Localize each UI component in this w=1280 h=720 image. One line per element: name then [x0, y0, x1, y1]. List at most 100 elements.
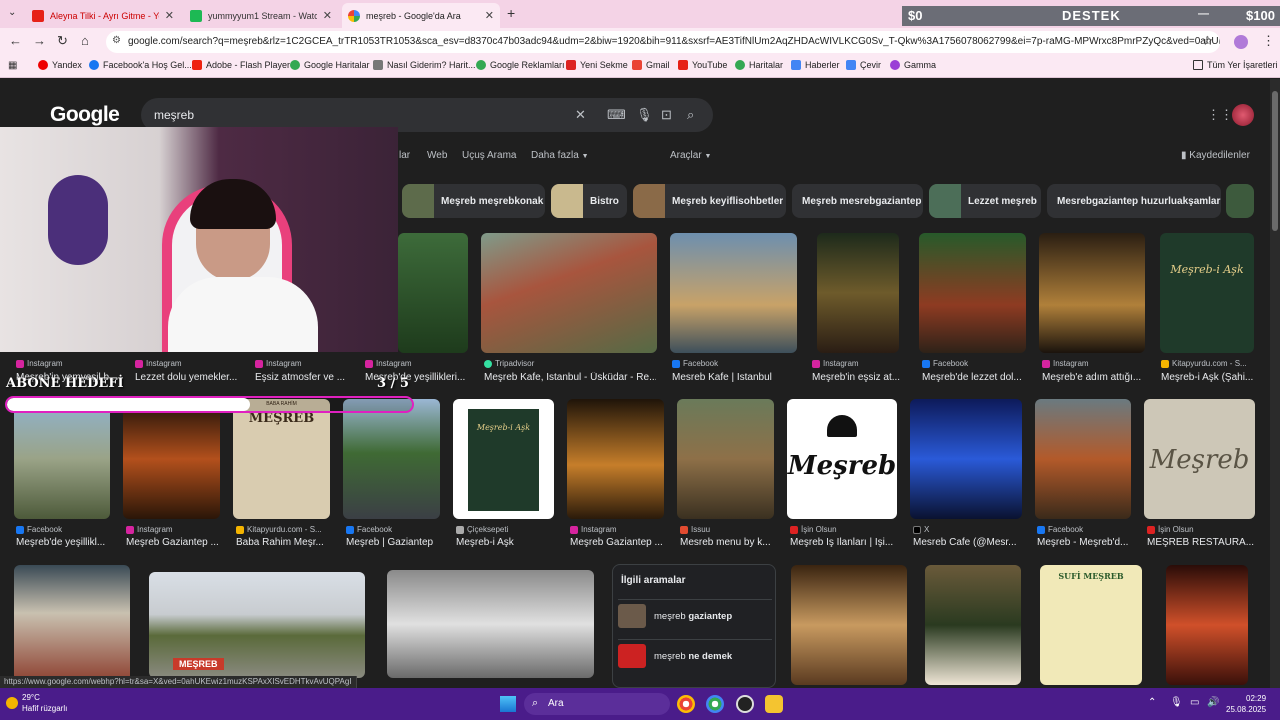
result-title[interactable]: Meşreb Kafe, İstanbul - Üsküdar - Re... [484, 372, 656, 383]
result-title[interactable]: Meşreb | Gaziantep [346, 537, 441, 548]
extension-icon[interactable] [1234, 35, 1248, 49]
reload-icon[interactable]: ↻ [57, 33, 68, 49]
scrollbar-thumb[interactable] [1272, 91, 1278, 231]
chip-mesrebkonak[interactable]: Meşreb meşrebkonak [402, 184, 545, 218]
minimize-icon[interactable]: — [1198, 8, 1209, 20]
image-result[interactable] [387, 570, 594, 678]
result-title[interactable]: Mesreb Cafe (@Mesr... [913, 537, 1023, 548]
bookmark-cevir[interactable]: Çevir [846, 60, 881, 70]
result-title[interactable]: Meşreb'e adım attığı... [1042, 372, 1146, 383]
bookmark-haberler[interactable]: Haberler [791, 60, 840, 70]
search-input[interactable]: meşreb [154, 108, 194, 122]
system-clock[interactable]: 02:29 25.08.2025 [1226, 693, 1266, 715]
bookmark-google-maps[interactable]: Google Haritalar [290, 60, 370, 70]
related-item[interactable]: meşreb ne demek [618, 639, 772, 669]
menu-icon[interactable]: ⋮ [1262, 33, 1275, 49]
result-title[interactable]: Meşreb'de yeşillikl... [16, 537, 111, 548]
image-result[interactable]: Meşreb [787, 399, 897, 519]
image-result[interactable] [1166, 565, 1248, 685]
saved-button[interactable]: ▮ Kaydedilenler [1181, 150, 1250, 161]
image-result[interactable]: SUFİ MEŞREB [1040, 565, 1142, 685]
image-result[interactable] [817, 233, 899, 353]
bookmark-new-tab[interactable]: Yeni Sekme [566, 60, 628, 70]
keyboard-icon[interactable]: ⌨ [607, 107, 626, 123]
bookmark-gamma[interactable]: Gamma [890, 60, 936, 70]
image-result[interactable]: Meşreb-i Aşk [1160, 233, 1254, 353]
image-result[interactable] [567, 399, 664, 519]
bookmark-star-icon[interactable]: ☆ [1202, 33, 1214, 49]
image-result[interactable] [677, 399, 774, 519]
result-title[interactable]: Eşsiz atmosfer ve ... [255, 372, 355, 383]
result-title[interactable]: Meşreb-i Aşk (Şahi... [1161, 372, 1255, 383]
image-result[interactable] [925, 565, 1021, 685]
chip-mesrebgaziantep[interactable]: Meşreb mesrebgaziantep [792, 184, 923, 218]
image-result[interactable] [123, 399, 220, 519]
image-result[interactable]: MEŞREB [149, 572, 365, 678]
related-item[interactable]: meşreb gaziantep [618, 599, 772, 629]
tab-google-search[interactable]: meşreb - Google'da Ara ✕ [342, 3, 500, 28]
bookmark-haritalar[interactable]: Haritalar [735, 60, 783, 70]
microphone-icon[interactable]: 🎙 [636, 107, 653, 123]
tab-flights[interactable]: Uçuş Arama [462, 150, 516, 161]
bookmark-adobe[interactable]: Adobe - Flash Player [192, 60, 290, 70]
taskbar-search[interactable]: ⌕ Ara [524, 693, 670, 715]
result-title[interactable]: Meşreb'in eşsiz at... [812, 372, 910, 383]
chip-lezzet[interactable]: Lezzet meşreb [929, 184, 1041, 218]
tab-images[interactable]: lar [399, 150, 410, 161]
result-title[interactable]: Baba Rahim Meşr... [236, 537, 331, 548]
result-title[interactable]: Meşreb-i Aşk [456, 537, 554, 548]
home-icon[interactable]: ⌂ [81, 33, 89, 48]
image-result[interactable]: MEŞREB BABA RAHİM [233, 399, 330, 519]
image-result[interactable] [1035, 399, 1131, 519]
volume-icon[interactable]: 🔊 [1207, 697, 1219, 708]
tab-youtube[interactable]: Aleyna Tilki - Ayrı Gitme - YouTube ✕ [26, 3, 180, 28]
image-result[interactable] [1039, 233, 1145, 353]
image-result[interactable] [398, 233, 468, 353]
result-title[interactable]: Mesreb Kafe | Istanbul [672, 372, 797, 383]
google-apps-icon[interactable]: ⋮⋮ [1207, 107, 1233, 123]
site-info-icon[interactable]: ⚙ [112, 35, 121, 46]
result-title[interactable]: MEŞREB RESTAURA... [1147, 537, 1255, 548]
bookmark-google-ads[interactable]: Google Reklamları [476, 60, 565, 70]
tab-search-icon[interactable]: ⌄ [8, 7, 16, 18]
result-title[interactable]: Mesreb menu by k... [680, 537, 775, 548]
image-result[interactable] [919, 233, 1026, 353]
image-result[interactable] [670, 233, 797, 353]
result-title[interactable]: Meşreb Gaziantep ... [570, 537, 665, 548]
bookmark-yandex[interactable]: Yandex [38, 60, 82, 70]
bookmark-youtube[interactable]: YouTube [678, 60, 727, 70]
microphone-icon[interactable]: 🎙 [1170, 697, 1183, 708]
chip-bistro[interactable]: Bistro [551, 184, 627, 218]
tools-button[interactable]: Araçlar ▼ [670, 150, 711, 161]
bookmark-gmail[interactable]: Gmail [632, 60, 670, 70]
back-icon[interactable]: ← [9, 33, 22, 48]
chip-more[interactable] [1226, 184, 1254, 218]
camera-lens-icon[interactable]: ⊡ [661, 107, 672, 123]
result-title[interactable]: Meşreb İş İlanları | İşi... [790, 537, 898, 548]
address-bar[interactable]: ⚙ google.com/search?q=meşreb&rlz=1C2GCEA… [106, 31, 1220, 53]
google-logo[interactable]: Google [50, 103, 120, 127]
clear-icon[interactable]: ✕ [575, 107, 586, 123]
new-tab-button[interactable]: + [507, 5, 515, 21]
avatar[interactable] [1232, 104, 1254, 126]
page-scrollbar[interactable] [1270, 79, 1280, 688]
image-result[interactable] [14, 565, 130, 685]
image-result[interactable] [910, 399, 1022, 519]
chrome-active-icon[interactable] [706, 695, 724, 713]
all-bookmarks[interactable]: Tüm Yer İşaretleri [1193, 60, 1278, 70]
tab-web[interactable]: Web [427, 150, 447, 161]
close-tab-icon[interactable]: ✕ [485, 9, 494, 22]
chrome-icon[interactable] [677, 695, 695, 713]
tab-stream[interactable]: yummyyum1 Stream - Watch Live ✕ [184, 3, 338, 28]
forward-icon[interactable]: → [33, 33, 46, 48]
chip-huzurluaksamlar[interactable]: Mesrebgaziantep huzurluakşamlar [1047, 184, 1221, 218]
search-icon[interactable]: ⌕ [687, 107, 694, 123]
bookmark-nasil-giderim[interactable]: Nasıl Giderim? Harit... [373, 60, 476, 70]
image-result[interactable]: Meşreb-i Aşk [453, 399, 554, 519]
weather-widget[interactable]: 29°C Hafif rüzgarlı [22, 692, 67, 714]
windows-start-icon[interactable] [500, 696, 516, 712]
obs-icon[interactable] [736, 695, 754, 713]
result-title[interactable]: Meşreb'de lezzet dol... [922, 372, 1028, 383]
network-icon[interactable]: ▭ [1190, 697, 1199, 708]
result-title[interactable]: Lezzet dolu yemekler... [135, 372, 241, 383]
